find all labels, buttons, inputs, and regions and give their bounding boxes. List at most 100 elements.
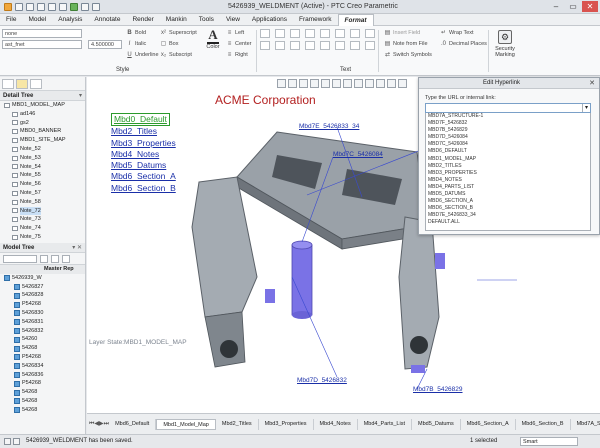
link-option[interactable]: MBD3_PROPERTIES xyxy=(428,170,590,177)
insert-field-button[interactable]: ▤ Insert Field xyxy=(384,29,421,37)
align-right-button[interactable]: ≡ Right xyxy=(226,51,248,59)
ribbon-tab[interactable]: Render xyxy=(126,14,159,26)
link-option[interactable]: MBD4_PARTS_LIST xyxy=(428,184,590,191)
master-rep-row[interactable]: Master Rep xyxy=(0,265,85,274)
text-style-15-icon[interactable] xyxy=(350,41,360,50)
ribbon-tab[interactable]: Tools xyxy=(193,14,220,26)
close-button[interactable]: ✕ xyxy=(582,1,598,12)
sheet-tab[interactable]: Mbd7A_Structure xyxy=(571,419,600,430)
sheet-tab[interactable]: Mbd1_Model_Map xyxy=(156,418,216,430)
undo-icon[interactable] xyxy=(48,2,56,11)
creo-logo-icon[interactable] xyxy=(4,2,12,11)
leader-label-7c[interactable]: Mbd7C_5426084 xyxy=(333,151,383,158)
minimize-button[interactable]: – xyxy=(548,1,564,12)
sheet-tab[interactable]: Mbd6_Section_A xyxy=(461,418,516,430)
model-tree-item[interactable]: 5426836 xyxy=(0,371,85,380)
sheet-tab[interactable]: Mbd4_Notes xyxy=(314,418,358,430)
security-marking-button[interactable]: ⚙ Security Marking xyxy=(490,28,520,58)
settings-icon[interactable] xyxy=(51,254,59,263)
ribbon-tab[interactable]: Mankin xyxy=(160,14,193,26)
detail-tree-item[interactable]: ad146 xyxy=(0,110,85,119)
text-style-4-icon[interactable] xyxy=(305,29,315,38)
link-option[interactable]: MBD7A_STRUCTURE-1 xyxy=(428,113,590,120)
selection-filter[interactable]: Smart xyxy=(520,437,578,446)
align-center-button[interactable]: ≡ Center xyxy=(226,40,252,48)
sheet-tab[interactable]: Mbd6_Default xyxy=(109,418,157,430)
text-style-3-icon[interactable] xyxy=(290,29,300,38)
link-option[interactable]: MBD6_SECTION_B xyxy=(428,205,590,212)
sheet-tab[interactable]: Mbd4_Parts_List xyxy=(358,418,412,430)
new-file-icon[interactable] xyxy=(15,2,23,11)
save-icon[interactable] xyxy=(37,2,45,11)
superscript-button[interactable]: x² Superscript xyxy=(160,29,197,37)
ribbon-tab[interactable]: Analysis xyxy=(52,14,88,26)
ribbon-tab[interactable]: Annotate xyxy=(88,14,126,26)
font-field[interactable]: ast_fnet xyxy=(2,40,82,49)
model-tree-item[interactable]: P54268 xyxy=(0,379,85,388)
text-height-field[interactable]: 4.500000 xyxy=(88,40,122,49)
subscript-button[interactable]: x₂ Subscript xyxy=(160,51,192,59)
ribbon-tab[interactable]: Applications xyxy=(246,14,293,26)
detail-tree-settings-icon[interactable]: ▾ xyxy=(79,91,82,101)
decimal-places-button[interactable]: .0 Decimal Places xyxy=(440,40,487,48)
text-style-1-icon[interactable] xyxy=(260,29,270,38)
model-tree-item[interactable]: 5426834 xyxy=(0,362,85,371)
detail-tree-item[interactable]: MBD1_MODEL_MAP xyxy=(0,101,85,110)
model-tree-item[interactable]: 54268 xyxy=(0,388,85,397)
open-file-icon[interactable] xyxy=(26,2,34,11)
sheet-tab[interactable]: Mbd2_Titles xyxy=(216,418,259,430)
detail-tree-item[interactable]: Note_57 xyxy=(0,189,85,198)
toggle-browser-icon[interactable] xyxy=(13,438,20,445)
model-tree-item[interactable]: 54260 xyxy=(0,335,85,344)
italic-button[interactable]: I Italic xyxy=(126,40,147,48)
text-style-2-icon[interactable] xyxy=(275,29,285,38)
text-style-12-icon[interactable] xyxy=(305,41,315,50)
detail-tree-item[interactable]: Note_54 xyxy=(0,163,85,172)
style-field[interactable]: none xyxy=(2,29,82,38)
leader-label-7e[interactable]: Mbd7E_5426833_34 xyxy=(299,123,359,130)
text-style-14-icon[interactable] xyxy=(335,41,345,50)
ribbon-tab[interactable]: Format xyxy=(337,13,374,26)
model-tree-item[interactable]: 5426827 xyxy=(0,283,85,292)
model-tree-item[interactable]: 5426828 xyxy=(0,291,85,300)
text-style-6-icon[interactable] xyxy=(335,29,345,38)
model-tree-item[interactable]: P54268 xyxy=(0,353,85,362)
model-tree-item[interactable]: P54268 xyxy=(0,300,85,309)
text-style-5-icon[interactable] xyxy=(320,29,330,38)
sheet-tab[interactable]: Mbd6_Section_B xyxy=(516,418,571,430)
wrap-text-button[interactable]: ↵ Wrap Text xyxy=(440,29,474,37)
favorites-tab-icon[interactable] xyxy=(30,79,42,89)
left-bracket[interactable] xyxy=(191,176,258,318)
detail-tree-item[interactable]: Note_56 xyxy=(0,180,85,189)
toggle-navigator-icon[interactable] xyxy=(4,438,11,445)
sheet-tab[interactable]: Mbd3_Properties xyxy=(259,418,314,430)
ribbon-tab[interactable]: View xyxy=(220,14,246,26)
leader-label-7b[interactable]: Mbd7B_5426829 xyxy=(413,386,463,393)
model-tree-item[interactable]: 54268 xyxy=(0,344,85,353)
link-option[interactable]: MBD6_DEFAULT xyxy=(428,148,590,155)
filter-icon[interactable] xyxy=(62,254,70,263)
redo-icon[interactable] xyxy=(59,2,67,11)
text-style-8-icon[interactable] xyxy=(365,29,375,38)
detail-tree-item[interactable]: MBD1_SITE_MAP xyxy=(0,136,85,145)
model-tree-item[interactable]: 5426830 xyxy=(0,309,85,318)
model-tree-item[interactable]: 54268 xyxy=(0,397,85,406)
detail-tree-item[interactable]: Note_72 xyxy=(0,206,85,216)
model-tree-item[interactable]: 5426831 xyxy=(0,318,85,327)
text-style-13-icon[interactable] xyxy=(320,41,330,50)
detail-tree-item[interactable]: gs2 xyxy=(0,119,85,128)
regenerate-icon[interactable] xyxy=(70,2,78,11)
detail-tree-item[interactable]: Note_53 xyxy=(0,154,85,163)
bold-button[interactable]: B Bold xyxy=(126,29,146,37)
maximize-button[interactable]: ▭ xyxy=(565,1,581,12)
folder-tab-icon[interactable] xyxy=(16,79,28,89)
show-icon[interactable] xyxy=(40,254,48,263)
text-style-7-icon[interactable] xyxy=(350,29,360,38)
center-cylinder[interactable] xyxy=(291,244,313,316)
link-option[interactable]: MBD7F_5426832 xyxy=(428,120,590,127)
model-tree-settings-icon[interactable]: ▾ ✕ xyxy=(72,243,82,253)
detail-tree-item[interactable]: Note_58 xyxy=(0,198,85,207)
text-style-16-icon[interactable] xyxy=(365,41,375,50)
detail-tree-item[interactable]: Note_74 xyxy=(0,224,85,233)
text-style-10-icon[interactable] xyxy=(275,41,285,50)
